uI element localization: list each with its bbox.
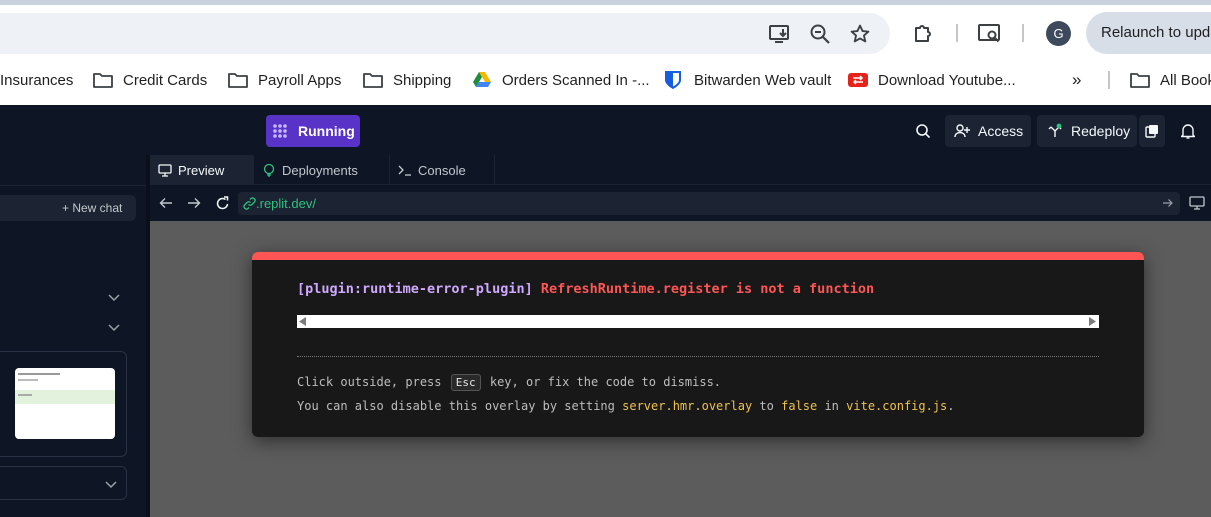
youtube-download-icon (848, 71, 868, 89)
bookmark-label: Credit Cards (123, 71, 208, 89)
deployments-icon (262, 163, 276, 177)
copy-icon (1145, 124, 1159, 138)
toolbar-divider (1022, 24, 1024, 42)
config-file: vite.config.js (846, 399, 948, 413)
folder-icon (1130, 71, 1150, 89)
tip-text: to (759, 399, 774, 413)
bookmark-label: Bitwarden Web vault (694, 71, 832, 89)
folder-icon (228, 71, 248, 89)
bookmark-label: Payroll Apps (258, 71, 342, 89)
scroll-right-arrow-icon[interactable] (1089, 317, 1097, 326)
google-drive-icon (472, 71, 492, 89)
bookmark-payroll-apps[interactable]: Payroll Apps (228, 68, 341, 92)
config-key: server.hmr.overlay (622, 399, 753, 413)
status-label: Running (298, 123, 355, 139)
screenshot-thumbnail[interactable] (15, 368, 115, 439)
panel-divider (0, 185, 146, 186)
chevron-down-icon[interactable] (108, 322, 120, 332)
tab-search-icon[interactable] (978, 22, 1002, 46)
bookmark-label: Orders Scanned In -... (502, 71, 650, 89)
tab-label: Console (418, 162, 466, 178)
preview-url-field[interactable] (238, 192, 1180, 215)
device-preview-icon[interactable] (1189, 196, 1205, 210)
profile-avatar[interactable]: G (1046, 21, 1071, 46)
bookmark-bitwarden[interactable]: Bitwarden Web vault (664, 68, 831, 92)
access-label: Access (978, 123, 1024, 139)
error-plugin: [plugin:runtime-error-plugin] (297, 281, 533, 297)
scroll-left-arrow-icon[interactable] (299, 317, 307, 326)
bookmark-label: All Bookmarks (1160, 71, 1211, 89)
bitwarden-icon (664, 71, 684, 89)
running-status-badge[interactable]: Running (266, 115, 360, 147)
tab-strip (0, 0, 1211, 5)
address-bar[interactable] (0, 13, 890, 54)
tab-preview[interactable]: Preview (150, 155, 254, 185)
tip-text: You can also disable this overlay by set… (297, 399, 615, 413)
bookmarks-divider (1108, 71, 1110, 89)
all-bookmarks[interactable]: All Bookmarks (1130, 68, 1211, 92)
search-icon[interactable] (911, 119, 935, 143)
extensions-puzzle-icon[interactable] (912, 21, 936, 45)
chevron-down-icon[interactable] (105, 479, 117, 489)
bookmarks-overflow-button[interactable]: » (1072, 68, 1081, 92)
monitor-icon (158, 163, 172, 177)
tab-label: Preview (178, 162, 225, 178)
toolbar-divider (956, 24, 958, 42)
access-button[interactable]: Access (945, 115, 1031, 147)
redeploy-button[interactable]: Redeploy (1037, 115, 1137, 147)
bookmark-credit-cards[interactable]: Credit Cards (93, 68, 207, 92)
tab-console[interactable]: Console (390, 155, 495, 185)
folder-icon (363, 71, 383, 89)
redeploy-label: Redeploy (1071, 123, 1131, 139)
bookmark-insurances[interactable]: Insurances (0, 68, 73, 92)
error-text: RefreshRuntime.register is not a functio… (540, 281, 875, 297)
disable-overlay-tip: You can also disable this overlay by set… (297, 399, 955, 413)
folder-icon (93, 71, 113, 89)
open-external-arrow-icon[interactable] (1162, 197, 1174, 209)
bookmark-label: Shipping (393, 71, 452, 89)
tip-text: key, or fix the code to dismiss. (489, 375, 722, 389)
error-message: [plugin:runtime-error-plugin] RefreshRun… (297, 281, 874, 297)
add-user-icon (954, 124, 970, 138)
notifications-bell-icon[interactable] (1176, 119, 1200, 143)
esc-key: Esc (450, 374, 481, 391)
reload-icon[interactable] (215, 196, 230, 211)
tab-deployments[interactable]: Deployments (254, 155, 390, 185)
chevron-down-icon[interactable] (108, 292, 120, 302)
bookmark-shipping[interactable]: Shipping (363, 68, 451, 92)
bookmark-label: Insurances (0, 71, 74, 89)
tab-label: Deployments (282, 162, 358, 178)
bookmark-orders-scanned[interactable]: Orders Scanned In -... (472, 68, 650, 92)
tip-text: in (824, 399, 839, 413)
deploy-grid-icon (272, 123, 288, 139)
bookmark-label: Download Youtube... (878, 71, 1016, 89)
bookmark-download-youtube[interactable]: Download Youtube... (848, 68, 1016, 92)
horizontal-scrollbar[interactable] (297, 315, 1099, 328)
link-icon (243, 197, 256, 210)
config-value: false (781, 399, 818, 413)
preview-url: .replit.dev/ (256, 196, 316, 211)
zoom-icon[interactable] (808, 22, 832, 46)
new-chat-button[interactable]: + New chat (62, 201, 122, 215)
overlay-divider (297, 356, 1099, 357)
terminal-icon (398, 164, 412, 176)
bookmark-star-icon[interactable] (848, 22, 872, 46)
relaunch-button[interactable]: Relaunch to update (1086, 12, 1211, 54)
tip-text: Click outside, press (297, 375, 442, 389)
dismiss-tip: Click outside, press Esc key, or fix the… (297, 374, 721, 391)
back-arrow-icon[interactable] (159, 196, 173, 210)
install-app-icon[interactable] (768, 22, 792, 46)
tip-text: . (947, 399, 955, 413)
copy-button[interactable] (1139, 115, 1165, 147)
redeploy-icon (1047, 123, 1063, 139)
forward-arrow-icon[interactable] (187, 196, 201, 210)
